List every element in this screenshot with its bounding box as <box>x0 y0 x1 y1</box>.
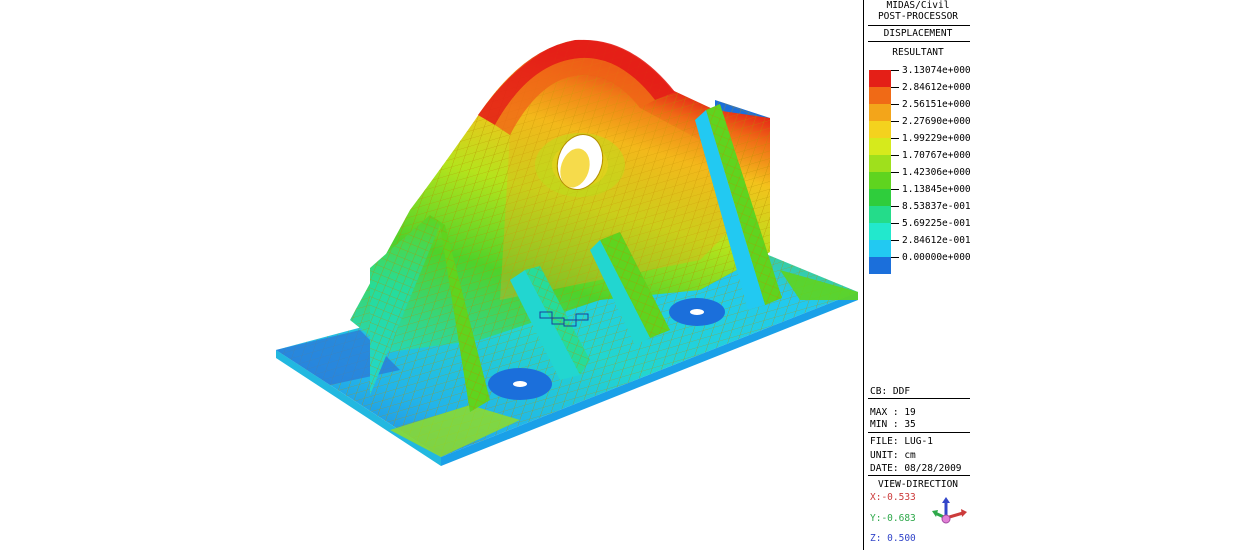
legend-panel: MIDAS/Civil POST-PROCESSOR DISPLACEMENT … <box>866 0 972 550</box>
legend-tick <box>891 155 899 156</box>
divider-rule <box>868 432 970 433</box>
model-viewport[interactable] <box>0 0 862 550</box>
legend-value: 2.56151e+000 <box>902 99 971 110</box>
legend-value: 3.13074e+000 <box>902 65 971 76</box>
legend-value: 1.13845e+000 <box>902 184 971 195</box>
module-name: POST-PROCESSOR <box>877 11 959 22</box>
date-label: DATE: 08/28/2009 <box>870 463 962 474</box>
legend-value: 8.53837e-001 <box>902 201 971 212</box>
legend-tick <box>891 87 899 88</box>
legend-value: 1.70767e+000 <box>902 150 971 161</box>
legend-tick <box>891 206 899 207</box>
contour-legend: 3.13074e+000 2.84612e+000 2.56151e+000 2.27… <box>866 65 972 274</box>
view-x: X:-0.533 <box>870 492 916 503</box>
divider-rule <box>868 398 970 399</box>
legend-tick <box>891 138 899 139</box>
max-label: MAX : 19 <box>870 407 916 418</box>
file-label: FILE: LUG-1 <box>870 436 933 447</box>
legend-swatch <box>869 104 891 121</box>
legend-swatch <box>869 138 891 155</box>
unit-label: UNIT: cm <box>870 450 916 461</box>
legend-swatch <box>869 240 891 257</box>
cb-label: CB: DDF <box>870 386 911 397</box>
legend-value: 1.42306e+000 <box>902 167 971 178</box>
legend-swatch <box>869 155 891 172</box>
legend-swatch <box>869 172 891 189</box>
legend-swatch <box>869 189 891 206</box>
divider-rule <box>868 41 970 42</box>
component-label: RESULTANT <box>892 47 944 58</box>
legend-value: 0.00000e+000 <box>902 252 971 263</box>
legend-value: 1.99229e+000 <box>902 133 971 144</box>
legend-tick <box>891 240 899 241</box>
legend-swatch <box>869 70 891 87</box>
fe-model <box>276 39 858 466</box>
view-direction-title: VIEW-DIRECTION <box>877 479 959 490</box>
legend-tick <box>891 70 899 71</box>
legend-tick <box>891 257 899 258</box>
legend-tick <box>891 104 899 105</box>
legend-tick <box>891 223 899 224</box>
divider-rule <box>868 25 970 26</box>
legend-value: 2.27690e+000 <box>902 116 971 127</box>
min-label: MIN : 35 <box>870 419 916 430</box>
legend-value: 2.84612e+000 <box>902 82 971 93</box>
legend-swatch <box>869 223 891 240</box>
view-z: Z: 0.500 <box>870 533 916 544</box>
legend-swatch <box>869 206 891 223</box>
legend-swatch <box>869 121 891 138</box>
legend-value: 5.69225e-001 <box>902 218 971 229</box>
view-axis-triad-icon <box>932 497 967 524</box>
legend-row: 0.00000e+000 <box>869 252 973 274</box>
program-name: MIDAS/Civil <box>886 0 950 11</box>
view-y: Y:-0.683 <box>870 513 916 524</box>
panel-divider <box>863 0 864 550</box>
legend-swatch <box>869 87 891 104</box>
result-type: DISPLACEMENT <box>883 28 953 39</box>
legend-tick <box>891 172 899 173</box>
legend-value: 2.84612e-001 <box>902 235 971 246</box>
legend-swatch <box>869 257 891 274</box>
legend-tick <box>891 189 899 190</box>
legend-tick <box>891 121 899 122</box>
divider-rule <box>868 475 970 476</box>
